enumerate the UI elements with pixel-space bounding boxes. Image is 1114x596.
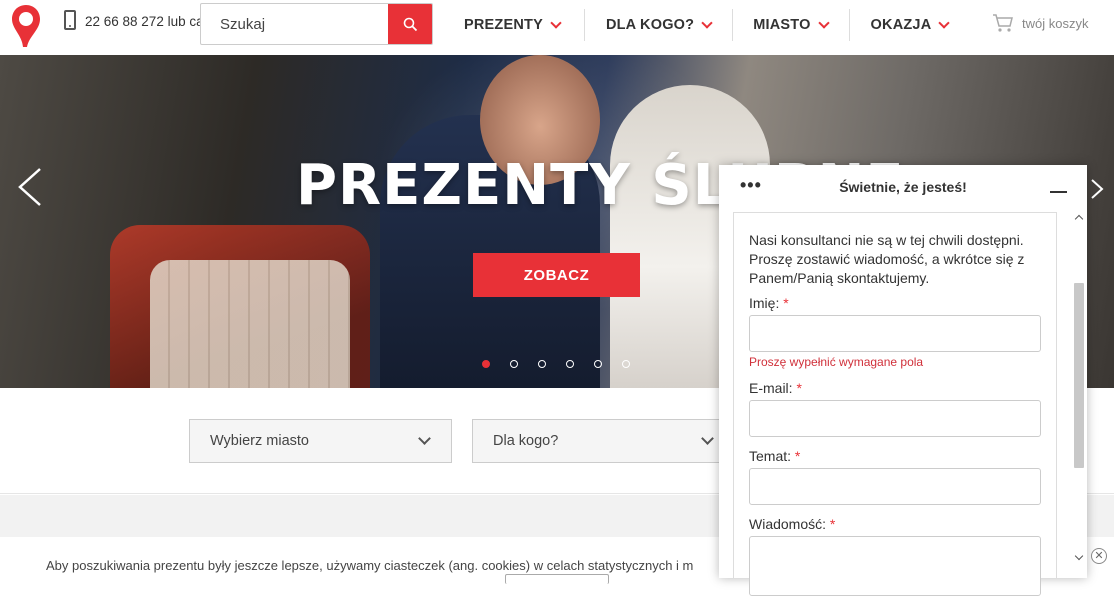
search-button[interactable] bbox=[388, 4, 432, 44]
email-label: E-mail: * bbox=[749, 380, 802, 396]
nav-item-miasto[interactable]: MIASTO bbox=[733, 0, 848, 50]
nav-item-okazja[interactable]: OKAZJA bbox=[850, 0, 951, 50]
main-nav: PREZENTY DLA KOGO? MIASTO OKAZJA bbox=[448, 0, 951, 55]
slider-dot[interactable] bbox=[510, 360, 518, 368]
city-select[interactable]: Wybierz miasto bbox=[189, 419, 452, 463]
scroll-down-icon[interactable] bbox=[1074, 551, 1084, 561]
search-icon bbox=[403, 17, 417, 31]
slider-dot[interactable] bbox=[566, 360, 574, 368]
recipient-select[interactable]: Dla kogo? bbox=[472, 419, 735, 463]
phone-icon bbox=[64, 10, 76, 30]
name-label-text: Imię: bbox=[749, 295, 780, 311]
site-header: 22 66 88 272 lub całodobowo PREZENTY DLA… bbox=[0, 0, 1114, 55]
slider-dot[interactable] bbox=[594, 360, 602, 368]
recipient-select-value: Dla kogo? bbox=[493, 433, 559, 449]
email-label-text: E-mail: bbox=[749, 380, 793, 396]
hero-photo-seat bbox=[150, 260, 350, 388]
chat-widget: ••• Świetnie, że jesteś! Nasi konsultanc… bbox=[719, 165, 1087, 596]
slider-dot[interactable] bbox=[538, 360, 546, 368]
message-label-text: Wiadomość: bbox=[749, 516, 827, 532]
cart-icon bbox=[993, 14, 1013, 32]
slider-dot[interactable] bbox=[482, 360, 490, 368]
slider-prev-arrow-icon[interactable] bbox=[14, 167, 54, 207]
validation-error: Proszę wypełnić wymagane pola bbox=[749, 355, 924, 369]
search-input[interactable] bbox=[201, 4, 390, 44]
name-label: Imię: * bbox=[749, 295, 789, 311]
nav-label: OKAZJA bbox=[870, 17, 932, 33]
chat-scrollbar[interactable] bbox=[1071, 213, 1087, 578]
scrollbar-thumb[interactable] bbox=[1074, 283, 1084, 468]
nav-item-prezenty[interactable]: PREZENTY bbox=[448, 0, 584, 50]
cart-label: twój koszyk bbox=[1022, 15, 1089, 31]
required-marker: * bbox=[796, 380, 802, 396]
required-marker: * bbox=[829, 516, 836, 532]
cookie-notice: Aby poszukiwania prezentu były jeszcze l… bbox=[46, 558, 694, 573]
name-field[interactable] bbox=[749, 315, 1041, 352]
phone-number[interactable]: 22 66 88 272 lub całodobowo bbox=[85, 14, 200, 29]
subject-field[interactable] bbox=[749, 468, 1041, 505]
nav-label: DLA KOGO? bbox=[605, 17, 695, 33]
nav-label: PREZENTY bbox=[464, 17, 543, 33]
slider-next-arrow-icon[interactable] bbox=[1090, 178, 1106, 200]
cookie-accept-button[interactable] bbox=[505, 574, 609, 584]
email-field[interactable] bbox=[749, 400, 1041, 437]
chat-intro-text: Nasi konsultanci nie są w tej chwili dos… bbox=[749, 232, 1025, 286]
nav-label: MIASTO bbox=[753, 17, 811, 33]
chevron-down-icon bbox=[701, 432, 714, 445]
chat-form: Nasi konsultanci nie są w tej chwili dos… bbox=[733, 212, 1057, 596]
subject-label: Temat: * bbox=[749, 448, 800, 464]
minimize-icon[interactable] bbox=[1050, 191, 1067, 193]
city-select-value: Wybierz miasto bbox=[210, 433, 309, 449]
chevron-down-icon bbox=[817, 16, 830, 29]
slider-dot[interactable] bbox=[622, 360, 630, 368]
subject-label-text: Temat: bbox=[749, 448, 792, 464]
chevron-down-icon bbox=[701, 16, 713, 29]
slider-dots bbox=[482, 360, 630, 368]
search-bar bbox=[200, 3, 433, 45]
chevron-down-icon bbox=[418, 432, 431, 445]
message-field[interactable] bbox=[749, 536, 1041, 596]
logo-icon[interactable] bbox=[10, 3, 42, 49]
scroll-up-icon[interactable] bbox=[1074, 214, 1084, 224]
chat-header: ••• Świetnie, że jesteś! bbox=[719, 165, 1087, 211]
close-icon[interactable]: ✕ bbox=[1091, 548, 1107, 564]
required-marker: * bbox=[794, 448, 801, 464]
message-label: Wiadomość: * bbox=[749, 516, 835, 532]
hero-cta-button[interactable]: ZOBACZ bbox=[473, 253, 640, 297]
chat-title: Świetnie, że jesteś! bbox=[839, 179, 967, 195]
chevron-down-icon bbox=[938, 16, 951, 29]
required-marker: * bbox=[783, 295, 789, 311]
chevron-down-icon bbox=[550, 16, 562, 29]
cart-link[interactable]: twój koszyk bbox=[992, 13, 1088, 33]
nav-item-dla-kogo[interactable]: DLA KOGO? bbox=[585, 0, 732, 50]
